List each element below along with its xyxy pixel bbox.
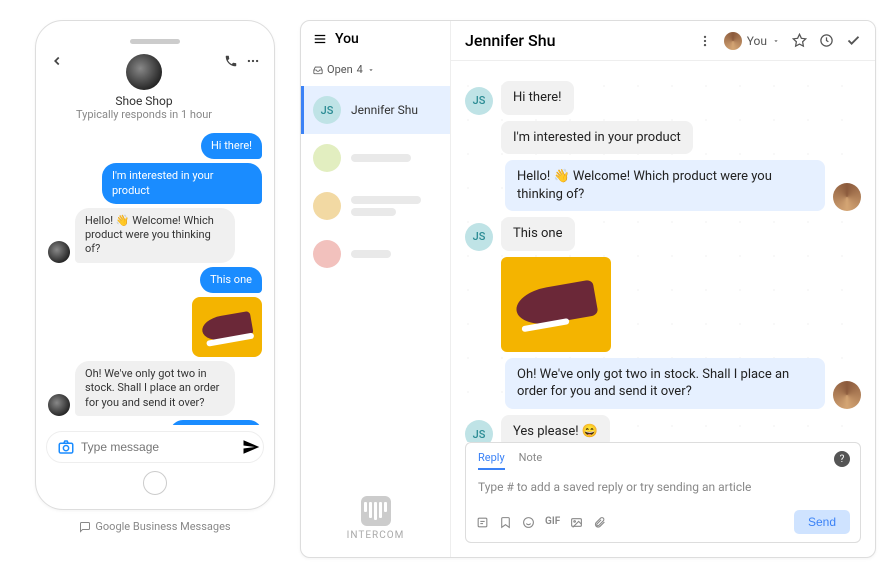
star-icon[interactable] [792, 33, 807, 48]
message-bubble: Oh! We've only got two in stock. Shall I… [505, 358, 825, 409]
help-icon[interactable]: ? [834, 451, 850, 467]
customer-name: Jennifer Shu [351, 103, 418, 117]
message-bubble: This one [501, 217, 575, 251]
gif-icon[interactable]: GIF [545, 516, 560, 529]
placeholder [351, 250, 391, 258]
placeholder [351, 154, 411, 162]
bookmark-icon[interactable] [499, 516, 512, 529]
assignee-selector[interactable]: You [724, 32, 780, 50]
close-conversation-icon[interactable] [846, 33, 861, 48]
agent-avatar [724, 32, 742, 50]
home-button[interactable] [143, 471, 167, 495]
message-bubble: Hi there! [201, 133, 262, 159]
note-tab[interactable]: Note [519, 451, 543, 470]
message-bubble: Hello! 👋 Welcome! Which product were you… [75, 208, 235, 263]
customer-avatar [313, 192, 341, 220]
conversation-title: Jennifer Shu [465, 31, 556, 50]
conversation-item[interactable]: JS Jennifer Shu [301, 86, 450, 134]
agent-avatar [48, 394, 70, 416]
camera-icon[interactable] [57, 438, 75, 456]
agent-avatar [48, 241, 70, 263]
message-bubble: Yes please! 😄 [501, 415, 610, 442]
message-input[interactable] [81, 440, 236, 454]
customer-avatar: JS [465, 420, 493, 442]
conversation-item[interactable] [301, 182, 450, 230]
customer-avatar [313, 144, 341, 172]
more-vertical-icon[interactable] [698, 34, 712, 48]
phone-message-list: Hi there! I'm interested in your product… [46, 121, 264, 425]
phone-frame: Shoe Shop Typically responds in 1 hour H… [35, 20, 275, 510]
intercom-logo-icon [361, 496, 391, 526]
reply-tab[interactable]: Reply [478, 451, 505, 470]
message-bubble: I'm interested in your product [102, 163, 262, 204]
message-bubble: Yes please! 😄 [170, 420, 262, 425]
call-icon[interactable] [224, 54, 238, 68]
attachment-icon[interactable] [593, 516, 606, 529]
message-bubble: Oh! We've only got two in stock. Shall I… [75, 361, 235, 416]
shop-name: Shoe Shop [64, 94, 224, 108]
conversation-item[interactable] [301, 134, 450, 182]
placeholder [351, 196, 421, 204]
phone-composer [46, 431, 264, 463]
snooze-icon[interactable] [819, 33, 834, 48]
sidebar-title: You [335, 31, 359, 47]
placeholder [351, 208, 396, 216]
customer-avatar: JS [313, 96, 341, 124]
send-button[interactable]: Send [794, 510, 850, 534]
intercom-brand: INTERCOM [301, 480, 450, 557]
message-bubble: Hi there! [501, 81, 574, 115]
chevron-down-icon [772, 37, 780, 45]
customer-avatar [313, 240, 341, 268]
composer-input[interactable]: Type # to add a saved reply or try sendi… [466, 470, 860, 504]
customer-avatar: JS [465, 87, 493, 115]
message-image [501, 257, 611, 352]
message-bubble: I'm interested in your product [501, 121, 693, 155]
emoji-icon[interactable] [522, 516, 535, 529]
message-image [192, 297, 262, 357]
conversation-main: Jennifer Shu You JS Hi there! I'm inter [451, 21, 875, 557]
intercom-panel: You Open 4 JS Jennifer Shu [300, 20, 876, 558]
message-bubble: Hello! 👋 Welcome! Which product were you… [505, 160, 825, 211]
sidebar: You Open 4 JS Jennifer Shu [301, 21, 451, 557]
conversation-item[interactable] [301, 230, 450, 278]
phone-speaker [130, 39, 180, 44]
send-icon[interactable] [242, 438, 260, 456]
saved-reply-icon[interactable] [476, 516, 489, 529]
phone-mockup: Shoe Shop Typically responds in 1 hour H… [30, 20, 280, 558]
phone-header: Shoe Shop Typically responds in 1 hour [46, 54, 264, 121]
reply-composer: ? Reply Note Type # to add a saved reply… [465, 442, 861, 543]
shop-avatar [126, 54, 162, 90]
image-icon[interactable] [570, 516, 583, 529]
back-icon[interactable] [50, 54, 64, 68]
conversation-header: Jennifer Shu You [451, 21, 875, 61]
agent-avatar [833, 381, 861, 409]
sidebar-header: You [301, 21, 450, 57]
more-icon[interactable] [246, 54, 260, 68]
message-bubble: This one [200, 267, 262, 293]
customer-avatar: JS [465, 223, 493, 251]
agent-avatar [833, 183, 861, 211]
chevron-down-icon [367, 66, 375, 74]
menu-icon[interactable] [313, 32, 327, 46]
response-time: Typically responds in 1 hour [64, 108, 224, 121]
phone-caption: Google Business Messages [79, 520, 230, 533]
message-thread: JS Hi there! I'm interested in your prod… [451, 61, 875, 442]
inbox-filter[interactable]: Open 4 [301, 57, 450, 86]
